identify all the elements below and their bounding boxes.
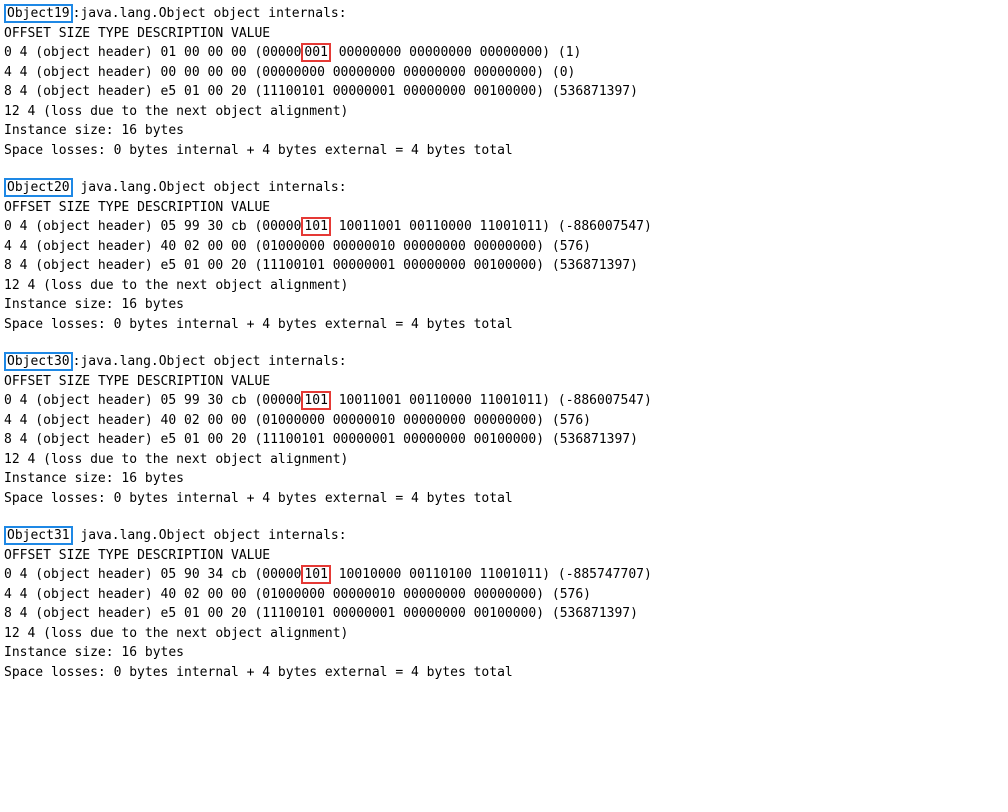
data-row: 8 4 (object header) e5 01 00 20 (1110010… <box>4 256 1004 276</box>
object-block: Object30:java.lang.Object object interna… <box>4 352 1004 508</box>
space-losses: Space losses: 0 bytes internal + 4 bytes… <box>4 141 1004 161</box>
space-losses: Space losses: 0 bytes internal + 4 bytes… <box>4 489 1004 509</box>
loss-row: 12 4 (loss due to the next object alignm… <box>4 276 1004 296</box>
col-type: TYPE <box>98 374 129 389</box>
data-row: 0 4 (object header) 05 90 34 cb (0000010… <box>4 565 1004 585</box>
col-description: DESCRIPTION <box>137 548 223 563</box>
bits-highlight: 101 <box>301 565 330 584</box>
instance-size: Instance size: 16 bytes <box>4 469 1004 489</box>
block-title: Object20 java.lang.Object object interna… <box>4 178 1004 198</box>
block-title: Object19:java.lang.Object object interna… <box>4 4 1004 24</box>
col-size: SIZE <box>59 200 90 215</box>
bits-highlight: 101 <box>301 391 330 410</box>
data-row: 4 4 (object header) 40 02 00 00 (0100000… <box>4 585 1004 605</box>
object-name-highlight: Object31 <box>4 526 73 545</box>
table-header: OFFSET SIZE TYPE DESCRIPTION VALUE <box>4 546 1004 566</box>
col-value: VALUE <box>231 374 270 389</box>
loss-row: 12 4 (loss due to the next object alignm… <box>4 624 1004 644</box>
data-row: 0 4 (object header) 01 00 00 00 (0000000… <box>4 43 1004 63</box>
block-title: Object31 java.lang.Object object interna… <box>4 526 1004 546</box>
data-row: 8 4 (object header) e5 01 00 20 (1110010… <box>4 604 1004 624</box>
col-type: TYPE <box>98 26 129 41</box>
bits-highlight: 001 <box>301 43 330 62</box>
loss-row: 12 4 (loss due to the next object alignm… <box>4 450 1004 470</box>
object-name-highlight: Object30 <box>4 352 73 371</box>
data-row: 0 4 (object header) 05 99 30 cb (0000010… <box>4 391 1004 411</box>
col-description: DESCRIPTION <box>137 26 223 41</box>
col-offset: OFFSET <box>4 26 51 41</box>
col-description: DESCRIPTION <box>137 374 223 389</box>
instance-size: Instance size: 16 bytes <box>4 643 1004 663</box>
col-value: VALUE <box>231 26 270 41</box>
space-losses: Space losses: 0 bytes internal + 4 bytes… <box>4 315 1004 335</box>
col-offset: OFFSET <box>4 548 51 563</box>
object-block: Object31 java.lang.Object object interna… <box>4 526 1004 682</box>
object-block: Object20 java.lang.Object object interna… <box>4 178 1004 334</box>
object-name-highlight: Object19 <box>4 4 73 23</box>
col-type: TYPE <box>98 200 129 215</box>
col-offset: OFFSET <box>4 200 51 215</box>
instance-size: Instance size: 16 bytes <box>4 295 1004 315</box>
col-offset: OFFSET <box>4 374 51 389</box>
data-row: 8 4 (object header) e5 01 00 20 (1110010… <box>4 430 1004 450</box>
loss-row: 12 4 (loss due to the next object alignm… <box>4 102 1004 122</box>
col-size: SIZE <box>59 26 90 41</box>
col-size: SIZE <box>59 374 90 389</box>
data-row: 0 4 (object header) 05 99 30 cb (0000010… <box>4 217 1004 237</box>
space-losses: Space losses: 0 bytes internal + 4 bytes… <box>4 663 1004 683</box>
object-name-highlight: Object20 <box>4 178 73 197</box>
instance-size: Instance size: 16 bytes <box>4 121 1004 141</box>
object-block: Object19:java.lang.Object object interna… <box>4 4 1004 160</box>
data-row: 4 4 (object header) 40 02 00 00 (0100000… <box>4 237 1004 257</box>
col-description: DESCRIPTION <box>137 200 223 215</box>
data-row: 4 4 (object header) 00 00 00 00 (0000000… <box>4 63 1004 83</box>
data-row: 4 4 (object header) 40 02 00 00 (0100000… <box>4 411 1004 431</box>
col-value: VALUE <box>231 200 270 215</box>
block-title: Object30:java.lang.Object object interna… <box>4 352 1004 372</box>
table-header: OFFSET SIZE TYPE DESCRIPTION VALUE <box>4 198 1004 218</box>
col-value: VALUE <box>231 548 270 563</box>
table-header: OFFSET SIZE TYPE DESCRIPTION VALUE <box>4 372 1004 392</box>
col-size: SIZE <box>59 548 90 563</box>
data-row: 8 4 (object header) e5 01 00 20 (1110010… <box>4 82 1004 102</box>
bits-highlight: 101 <box>301 217 330 236</box>
table-header: OFFSET SIZE TYPE DESCRIPTION VALUE <box>4 24 1004 44</box>
col-type: TYPE <box>98 548 129 563</box>
